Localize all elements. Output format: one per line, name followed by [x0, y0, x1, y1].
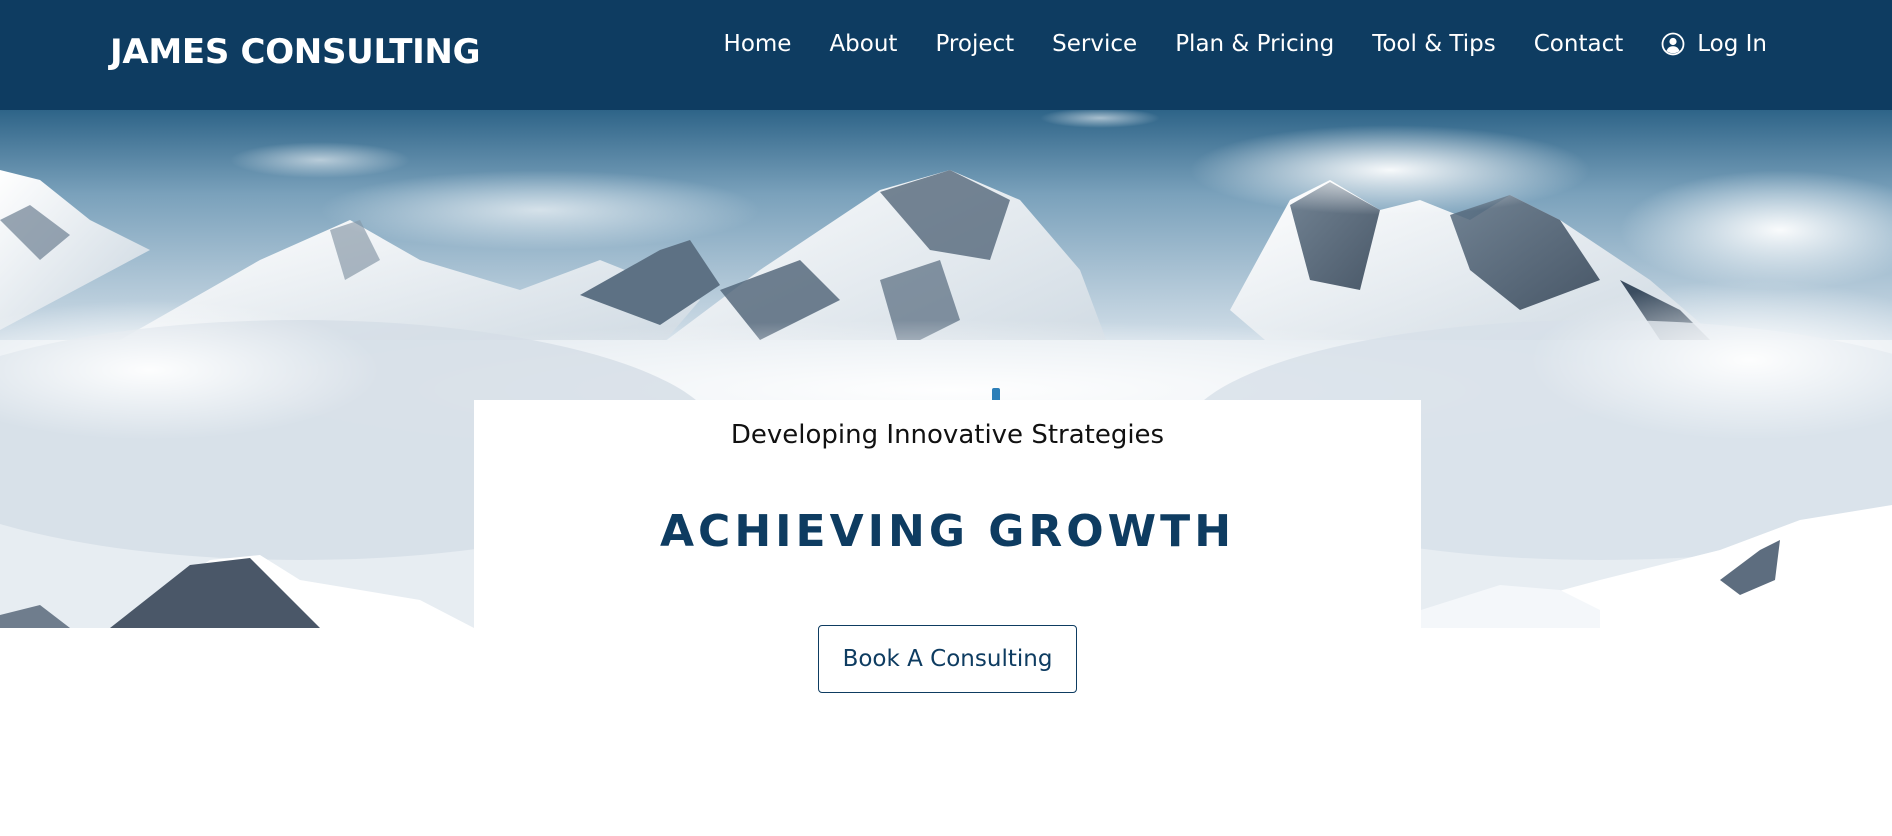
nav-contact[interactable]: Contact [1534, 31, 1623, 57]
nav-home[interactable]: Home [724, 31, 792, 57]
book-consulting-button[interactable]: Book A Consulting [818, 625, 1077, 693]
login-button[interactable]: Log In [1661, 31, 1767, 57]
site-header: JAMES CONSULTING Home About Project Serv… [0, 0, 1892, 110]
nav-project[interactable]: Project [935, 31, 1014, 57]
hero-subtitle: Developing Innovative Strategies [730, 420, 1165, 450]
nav-tool-tips[interactable]: Tool & Tips [1372, 31, 1496, 57]
brand-logo[interactable]: JAMES CONSULTING [110, 32, 481, 72]
nav-service[interactable]: Service [1052, 31, 1137, 57]
nav-about[interactable]: About [829, 31, 897, 57]
main-nav: Home About Project Service Plan & Pricin… [724, 28, 1767, 60]
user-circle-icon [1661, 32, 1685, 56]
nav-plan-pricing[interactable]: Plan & Pricing [1175, 31, 1334, 57]
hero-card: Developing Innovative Strategies ACHIEVI… [474, 400, 1421, 628]
hero-headline: ACHIEVING GROWTH [659, 506, 1236, 557]
login-label: Log In [1697, 31, 1767, 57]
